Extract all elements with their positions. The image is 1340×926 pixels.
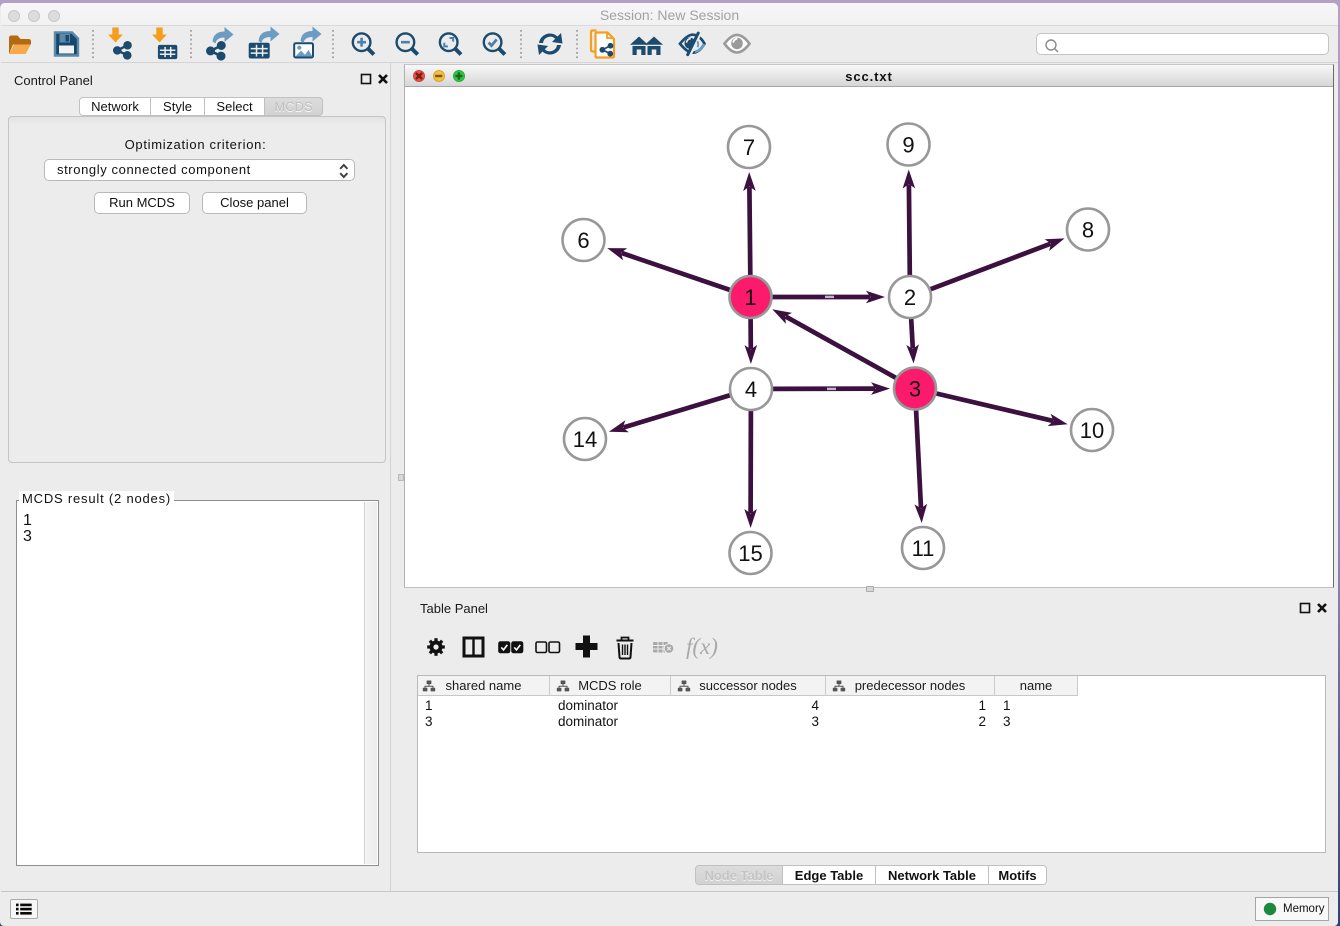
- svg-text:2: 2: [904, 285, 916, 310]
- svg-text:14: 14: [573, 427, 597, 452]
- svg-text:6: 6: [577, 228, 589, 253]
- svg-text:11: 11: [912, 536, 935, 561]
- svg-text:15: 15: [738, 541, 762, 566]
- svg-text:7: 7: [743, 135, 755, 160]
- svg-text:10: 10: [1080, 418, 1104, 443]
- svg-text:9: 9: [902, 132, 914, 157]
- svg-text:3: 3: [909, 376, 921, 401]
- svg-text:8: 8: [1082, 217, 1094, 242]
- svg-text:f(x): f(x): [686, 634, 718, 659]
- svg-text:4: 4: [745, 377, 757, 402]
- svg-text:1: 1: [744, 285, 756, 310]
